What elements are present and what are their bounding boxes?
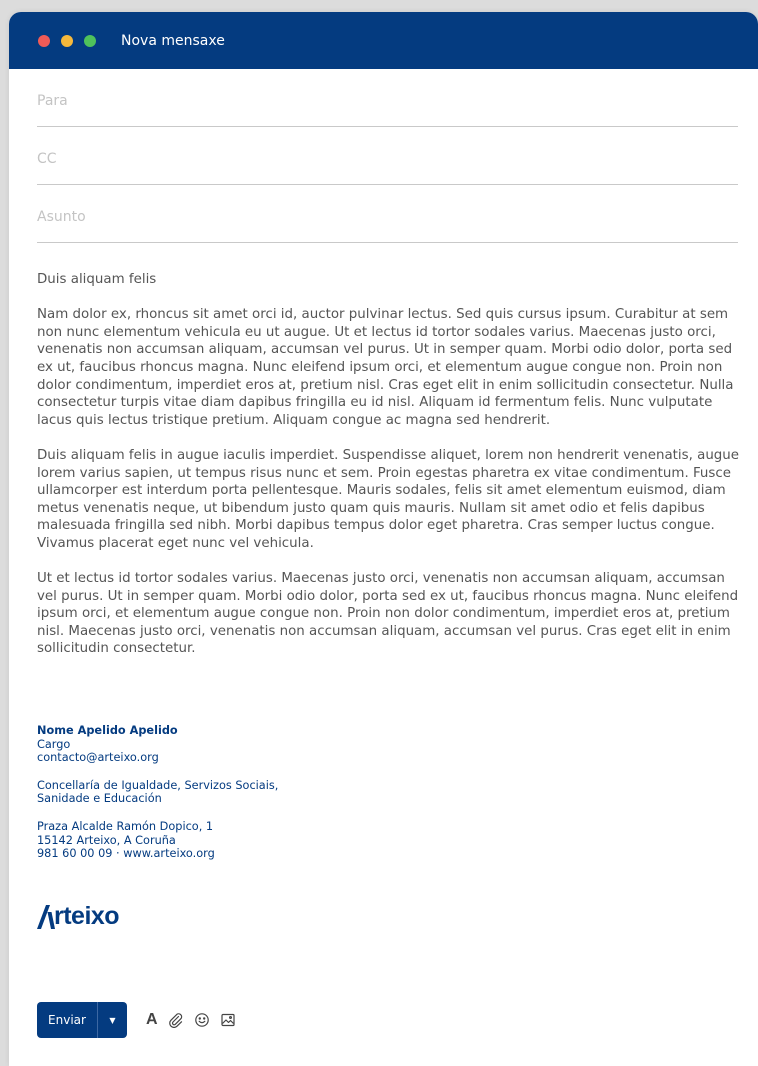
signature-department-line-1: Concellaría de Igualdade, Servizos Socia…	[37, 778, 279, 792]
arteixo-logo: rteixo	[37, 902, 120, 930]
signature-name: Nome Apelido Apelido	[37, 724, 178, 737]
cc-input[interactable]	[37, 151, 738, 167]
minimize-window-button[interactable]	[61, 34, 73, 47]
subject-input[interactable]	[37, 209, 738, 225]
attachment-icon[interactable]	[168, 1012, 184, 1028]
subject-field-row	[37, 185, 738, 243]
compose-toolbar: Enviar ▼ A	[37, 1002, 246, 1038]
message-paragraph-3: Ut et lectus id tortor sodales varius. M…	[37, 571, 739, 657]
signature-address-line-2: 15142 Arteixo, A Coruña	[37, 833, 176, 847]
arteixo-logo-wordmark: rteixo	[54, 902, 120, 930]
signature-contact-line: 981 60 00 09 · www.arteixo.org	[37, 847, 215, 861]
emoji-icon[interactable]	[194, 1012, 210, 1028]
message-paragraph-1: Nam dolor ex, rhoncus sit amet orci id, …	[37, 307, 734, 428]
message-paragraph-2: Duis aliquam felis in augue iaculis impe…	[37, 447, 740, 551]
send-button-group: Enviar ▼	[37, 1002, 127, 1038]
send-options-chevron-down-icon[interactable]: ▼	[98, 1002, 127, 1038]
signature-department-line-2: Sanidade e Educación	[37, 792, 162, 806]
to-field-row	[37, 69, 738, 127]
window-controls	[38, 34, 107, 47]
title-bar: Nova mensaxe	[9, 12, 758, 69]
formatting-tools: A	[146, 1011, 246, 1029]
send-button[interactable]: Enviar	[37, 1002, 98, 1038]
signature-role: Cargo	[37, 737, 71, 751]
email-signature: Nome Apelido Apelido Cargo contacto@arte…	[37, 724, 278, 861]
font-format-icon[interactable]: A	[146, 1011, 158, 1029]
message-body[interactable]: Duis aliquam felis Nam dolor ex, rhoncus…	[37, 271, 743, 676]
message-greeting: Duis aliquam felis	[37, 272, 157, 287]
image-icon[interactable]	[220, 1012, 236, 1028]
signature-address-line-1: Praza Alcalde Ramón Dopico, 1	[37, 819, 214, 833]
maximize-window-button[interactable]	[84, 34, 96, 47]
window-title: Nova mensaxe	[121, 32, 225, 49]
compose-window: Nova mensaxe Duis aliquam felis Nam dolo…	[9, 12, 758, 1066]
to-input[interactable]	[37, 93, 738, 109]
cc-field-row	[37, 127, 738, 185]
close-window-button[interactable]	[38, 34, 50, 47]
arteixo-logo-mark-icon	[37, 905, 55, 929]
signature-email-link[interactable]: contacto@arteixo.org	[37, 751, 278, 765]
